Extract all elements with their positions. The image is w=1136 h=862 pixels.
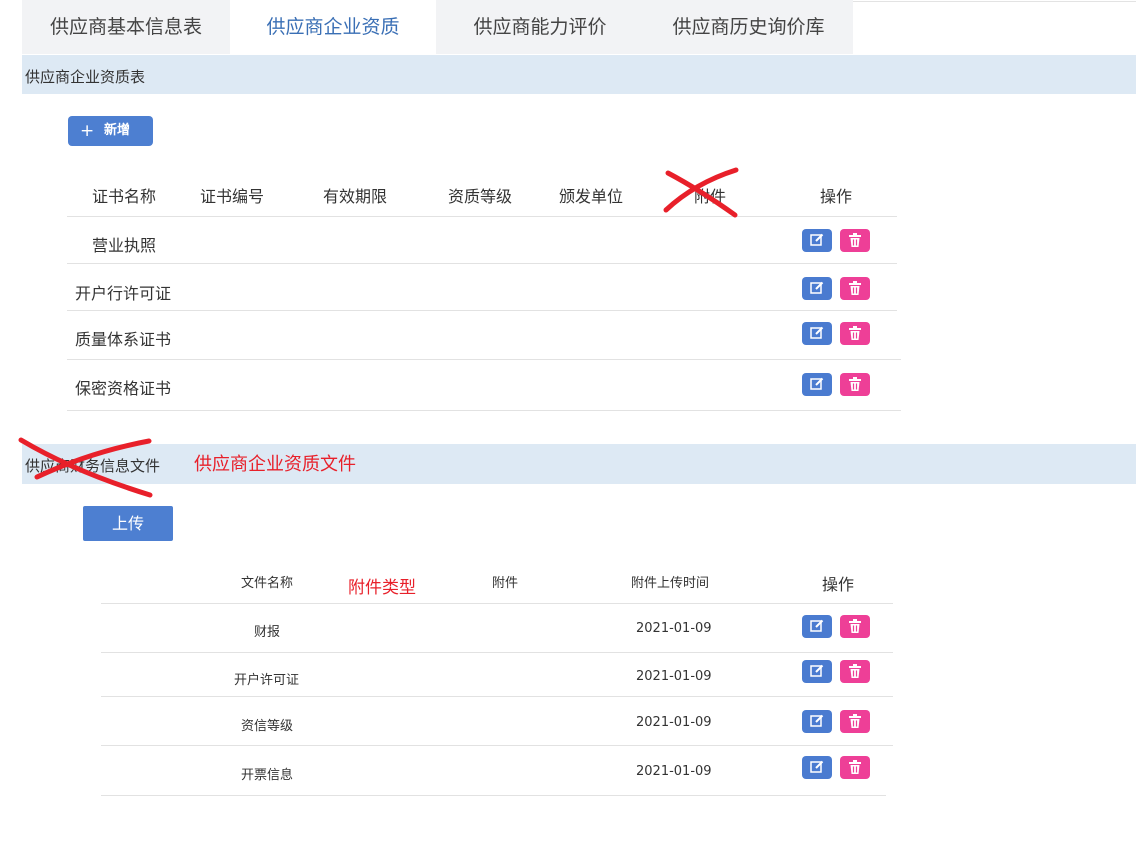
trash-icon: [849, 714, 861, 728]
table-row-name: 质量体系证书: [75, 330, 172, 349]
file-row-name: 资信等级: [241, 719, 294, 734]
edit-icon: [810, 377, 824, 390]
tab-history-inquiry[interactable]: 供应商历史询价库: [644, 0, 853, 54]
file-row-name: 财报: [254, 625, 281, 640]
edit-button[interactable]: [802, 615, 832, 638]
column-annotation: 附件类型: [348, 578, 416, 598]
col-cert-number: 证书编号: [200, 187, 265, 206]
section-title-annotation: 供应商企业资质文件: [194, 454, 356, 475]
row-divider: [67, 263, 897, 264]
col-cert-name: 证书名称: [92, 187, 157, 206]
col-actions: 操作: [820, 187, 853, 206]
table-header-divider: [67, 216, 897, 217]
file-row-time: 2021-01-09: [636, 715, 712, 730]
file-row-name: 开票信息: [241, 768, 294, 783]
edit-icon: [810, 281, 824, 294]
add-button-label: 新增: [104, 123, 131, 138]
edit-button[interactable]: [802, 229, 832, 252]
edit-icon: [810, 714, 824, 727]
qualification-section-header: 供应商企业资质表: [22, 55, 1136, 94]
col-file-actions: 操作: [822, 575, 855, 594]
edit-icon: [810, 760, 824, 773]
file-row-time: 2021-01-09: [636, 764, 712, 779]
upload-button[interactable]: 上传: [83, 506, 173, 541]
edit-button[interactable]: [802, 322, 832, 345]
trash-icon: [849, 233, 861, 247]
file-row-time: 2021-01-09: [636, 621, 712, 636]
row-divider: [101, 696, 893, 697]
trash-icon: [849, 760, 861, 774]
trash-icon: [849, 664, 861, 678]
col-file-name: 文件名称: [241, 576, 294, 591]
trash-icon: [849, 619, 861, 633]
edit-button[interactable]: [802, 277, 832, 300]
table-row-name: 开户行许可证: [75, 284, 172, 303]
row-divider: [101, 745, 893, 746]
qualification-section-title: 供应商企业资质表: [25, 68, 146, 86]
delete-button[interactable]: [840, 660, 870, 683]
top-divider: [853, 1, 1136, 2]
delete-button[interactable]: [840, 756, 870, 779]
col-file-attachment: 附件: [492, 576, 519, 591]
row-divider: [67, 410, 901, 411]
trash-icon: [849, 326, 861, 340]
file-row-time: 2021-01-09: [636, 669, 712, 684]
edit-icon: [810, 664, 824, 677]
row-divider: [101, 652, 893, 653]
edit-icon: [810, 619, 824, 632]
file-row-name: 开户许可证: [234, 673, 300, 688]
tab-capability[interactable]: 供应商能力评价: [436, 0, 644, 54]
tab-qualification[interactable]: 供应商企业资质: [230, 0, 436, 54]
row-divider: [101, 795, 886, 796]
delete-button[interactable]: [840, 710, 870, 733]
edit-button[interactable]: [802, 756, 832, 779]
table-row-name: 保密资格证书: [75, 379, 172, 398]
col-validity: 有效期限: [323, 187, 388, 206]
edit-button[interactable]: [802, 710, 832, 733]
files-section-header: 供应商财务信息文件: [22, 444, 1136, 484]
col-issuer: 颁发单位: [559, 187, 624, 206]
table-header-divider: [101, 603, 893, 604]
trash-icon: [849, 377, 861, 391]
col-grade: 资质等级: [448, 187, 513, 206]
delete-button[interactable]: [840, 615, 870, 638]
add-button[interactable]: + 新增: [68, 116, 153, 146]
col-upload-time: 附件上传时间: [631, 576, 710, 591]
delete-button[interactable]: [840, 322, 870, 345]
delete-button[interactable]: [840, 229, 870, 252]
delete-button[interactable]: [840, 373, 870, 396]
row-divider: [67, 359, 901, 360]
strike-mark: [18, 437, 153, 498]
delete-button[interactable]: [840, 277, 870, 300]
trash-icon: [849, 281, 861, 295]
edit-button[interactable]: [802, 660, 832, 683]
plus-icon: +: [80, 121, 95, 141]
edit-button[interactable]: [802, 373, 832, 396]
edit-icon: [810, 326, 824, 339]
strike-mark: [663, 167, 739, 218]
tab-basic-info[interactable]: 供应商基本信息表: [22, 0, 230, 54]
edit-icon: [810, 233, 824, 246]
row-divider: [67, 310, 897, 311]
table-row-name: 营业执照: [92, 236, 157, 255]
